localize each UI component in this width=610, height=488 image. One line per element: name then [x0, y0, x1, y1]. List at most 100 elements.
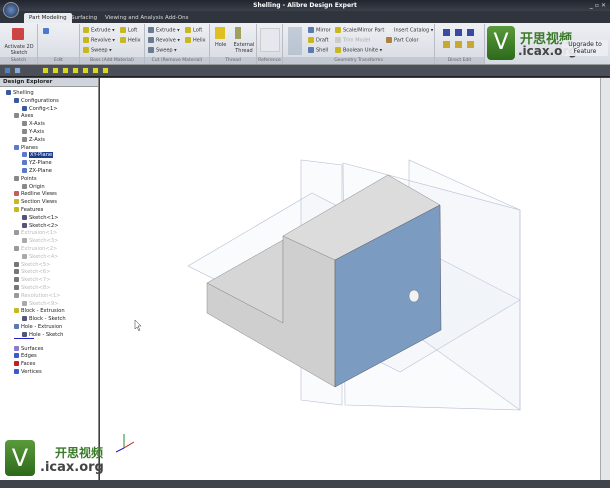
tree-item-label: Shelling [13, 90, 34, 96]
tree-item[interactable]: Config<1> [22, 105, 58, 113]
boss-extrude-button[interactable]: Extrude ▾ [83, 27, 115, 34]
tree-node-icon [14, 199, 19, 205]
view-icon[interactable] [42, 67, 49, 74]
window-controls[interactable]: _ ▫ ✕ [590, 0, 606, 11]
tree-node-icon [22, 136, 27, 142]
cut-sweep-button[interactable]: Sweep ▾ [148, 47, 177, 54]
tree-item[interactable]: Sketch<9> [22, 300, 59, 308]
tab-add-ons[interactable]: Add-Ons [160, 13, 193, 23]
tree-item[interactable]: Sketch<2> [22, 222, 58, 230]
tree-item[interactable]: Section Views [14, 199, 57, 206]
direct-edit-icons[interactable] [443, 29, 477, 36]
tree-item[interactable]: Hole - Extrusion [14, 324, 62, 331]
upgrade-to-feature-button[interactable]: Upgrade to Feature [562, 40, 608, 56]
tree-item[interactable]: ZX-Plane [22, 168, 52, 175]
part-color-button[interactable]: Part Color [386, 37, 419, 44]
group-thread: Hole External Thread Thread [210, 24, 257, 64]
tree-item[interactable]: Sketch<3> [22, 238, 58, 245]
scale-mirror-part-button[interactable]: Scale/Mirror Part [335, 27, 384, 34]
insert-catalog-button[interactable]: Insert Catalog ▾ [386, 27, 433, 34]
tree-node-icon [14, 369, 19, 374]
tree-item[interactable]: Edges [14, 353, 37, 360]
tree-node-icon [6, 90, 11, 95]
activate-2d-sketch-button[interactable]: Activate 2D Sketch [3, 44, 35, 56]
shell-button[interactable]: Shell [308, 47, 328, 54]
tree-item[interactable]: Points [14, 175, 37, 183]
tree-item[interactable]: Redline Views [14, 191, 57, 198]
boss-sweep-button[interactable]: Sweep ▾ [83, 47, 112, 54]
tree-node-icon [14, 207, 19, 212]
application-button[interactable] [3, 2, 19, 18]
external-thread-button[interactable]: External Thread [232, 42, 256, 54]
draft-button[interactable]: Draft [308, 37, 329, 44]
status-bar [0, 480, 610, 488]
tree-item[interactable]: Vertices [14, 369, 42, 376]
tree-item[interactable]: Origin [22, 183, 45, 191]
tree-item[interactable]: Block - Extrusion [14, 308, 65, 315]
vertical-scrollbar[interactable] [600, 78, 610, 480]
tree-item[interactable]: Surfaces [14, 345, 44, 353]
boss-loft-button[interactable]: Loft [120, 27, 137, 34]
tree-item[interactable]: Sketch<8> [14, 285, 50, 292]
tree-node-icon [14, 361, 19, 367]
tree-item[interactable]: Z-Axis [22, 136, 45, 144]
tree-item[interactable]: Features [14, 207, 43, 214]
direct-edit-icons-2[interactable] [443, 41, 477, 48]
view-icon[interactable] [92, 67, 99, 74]
cut-helix-button[interactable]: Helix [185, 37, 206, 44]
tree-item[interactable]: Sketch<5> [14, 261, 50, 269]
tree-item[interactable]: Planes [14, 144, 38, 152]
tree-item-label: YZ-Plane [29, 160, 52, 167]
tree-node-icon [22, 168, 27, 173]
rollback-marker[interactable] [14, 337, 34, 339]
tree-item[interactable]: Sketch<4> [22, 253, 58, 261]
tree-item[interactable]: Y-Axis [22, 129, 44, 136]
view-icon[interactable] [72, 67, 79, 74]
view-icon[interactable] [52, 67, 59, 74]
hole-button[interactable]: Hole [215, 42, 226, 48]
boolean-unite-button[interactable]: Boolean Unite ▾ [335, 47, 382, 54]
tree-item-label: X-Axis [29, 121, 45, 128]
cut-extrude-button[interactable]: Extrude ▾ [148, 27, 180, 34]
home-icon[interactable] [14, 67, 21, 74]
mirror-button[interactable]: Mirror [308, 27, 331, 34]
tree-item[interactable]: Configurations [14, 97, 59, 105]
tree-item[interactable]: Block - Sketch [22, 316, 66, 323]
tree-item[interactable]: Sketch<1> [22, 214, 58, 222]
tree-item-label: Axes [21, 113, 34, 120]
tree-item-label: Sketch<9> [29, 300, 59, 307]
tree-item[interactable]: Shelling [6, 90, 34, 97]
tree-item[interactable]: YZ-Plane [22, 160, 52, 167]
tree-item-label: Config<1> [29, 105, 58, 112]
trim-model-button[interactable]: Trim Model [335, 37, 370, 44]
boolean-icon [335, 47, 341, 53]
transform-icons[interactable] [288, 27, 302, 55]
boss-helix-button[interactable]: Helix [120, 37, 141, 44]
tree-item[interactable]: Extrusion<2> [14, 246, 57, 253]
tree-item[interactable]: Extrusion<1> [14, 230, 57, 237]
tree-item[interactable]: Axes [14, 113, 33, 120]
tree-item[interactable]: X-Axis [22, 121, 45, 128]
tree-item-label: Block - Sketch [29, 316, 66, 323]
view-icon[interactable] [102, 67, 109, 74]
view-icon[interactable] [82, 67, 89, 74]
cut-revolve-button[interactable]: Revolve ▾ [148, 37, 180, 44]
3d-viewport[interactable] [100, 78, 600, 480]
tree-item[interactable]: Sketch<6> [14, 269, 50, 276]
boss-revolve-button[interactable]: Revolve ▾ [83, 37, 115, 44]
tree-item-label: ZX-Plane [29, 168, 52, 174]
tab-surfacing[interactable]: Surfacing [66, 13, 102, 23]
view-icon[interactable] [62, 67, 69, 74]
tree-item[interactable]: Sketch<7> [14, 277, 50, 284]
tab-viewing-analysis[interactable]: Viewing and Analysis [100, 13, 168, 23]
edit-icon[interactable] [43, 28, 49, 34]
tree-item-label: Block - Extrusion [21, 308, 65, 315]
tab-part-modeling[interactable]: Part Modeling [24, 13, 72, 23]
tree-item[interactable]: Faces [14, 361, 35, 368]
tree-item-label: Surfaces [21, 345, 44, 352]
tree-item[interactable]: Revolution<1> [14, 292, 60, 300]
cut-loft-button[interactable]: Loft [185, 27, 202, 34]
tree-item[interactable]: XY-Plane [22, 152, 54, 159]
reference-buttons[interactable] [260, 28, 280, 52]
save-icon[interactable] [4, 67, 11, 74]
